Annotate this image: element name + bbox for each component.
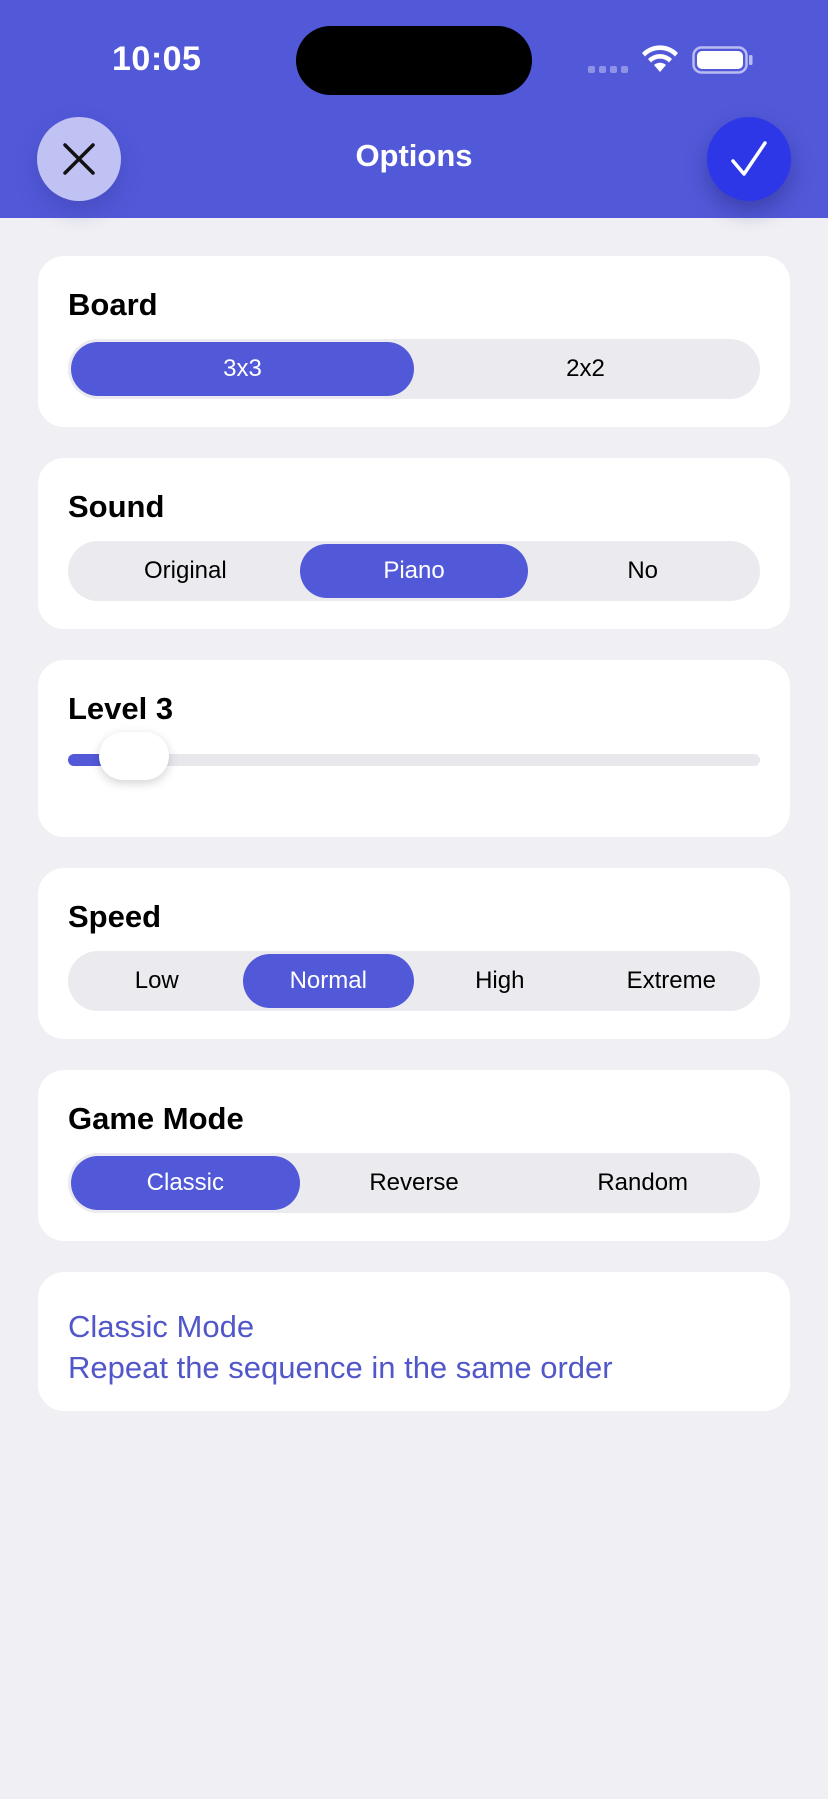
- board-option-3x3[interactable]: 3x3: [71, 342, 414, 396]
- mode-description-text: Repeat the sequence in the same order: [68, 1350, 613, 1385]
- sound-option-original[interactable]: Original: [71, 544, 300, 598]
- sound-card: Sound Original Piano No: [38, 458, 790, 629]
- level-slider[interactable]: [68, 732, 760, 780]
- game-mode-segmented-control: Classic Reverse Random: [68, 1153, 760, 1213]
- sound-option-no[interactable]: No: [528, 544, 757, 598]
- header-bar: 10:05 Options: [0, 0, 828, 218]
- level-slider-thumb[interactable]: [99, 732, 169, 780]
- game-mode-option-random[interactable]: Random: [528, 1156, 757, 1210]
- mode-description: Classic Mode Repeat the sequence in the …: [68, 1306, 613, 1388]
- speed-option-extreme[interactable]: Extreme: [586, 954, 758, 1008]
- board-label: Board: [68, 287, 158, 322]
- mode-description-title: Classic Mode: [68, 1309, 255, 1344]
- page-title: Options: [355, 138, 473, 173]
- wifi-icon: [642, 45, 678, 72]
- board-segmented-control: 3x3 2x2: [68, 339, 760, 399]
- sound-label: Sound: [68, 489, 165, 524]
- sound-option-piano[interactable]: Piano: [299, 544, 529, 598]
- speed-option-low[interactable]: Low: [71, 954, 243, 1008]
- speed-option-high[interactable]: High: [414, 954, 586, 1008]
- status-time: 10:05: [112, 40, 202, 78]
- level-card: Level 3: [38, 660, 790, 837]
- sound-segmented-control: Original Piano No: [68, 541, 760, 601]
- speed-card: Speed Low Normal High Extreme: [38, 868, 790, 1039]
- speed-segmented-control: Low Normal High Extreme: [68, 951, 760, 1011]
- battery-icon: [692, 46, 753, 74]
- level-label: Level 3: [68, 691, 174, 726]
- game-mode-card: Game Mode Classic Reverse Random: [38, 1070, 790, 1241]
- game-mode-option-classic[interactable]: Classic: [71, 1156, 300, 1210]
- mode-description-card: Classic Mode Repeat the sequence in the …: [38, 1272, 790, 1411]
- speed-option-normal[interactable]: Normal: [242, 954, 414, 1008]
- confirm-button[interactable]: [707, 117, 791, 201]
- cellular-signal-icon: [588, 66, 630, 74]
- board-option-2x2[interactable]: 2x2: [414, 342, 757, 396]
- board-card: Board 3x3 2x2: [38, 256, 790, 427]
- speed-label: Speed: [68, 899, 162, 934]
- game-mode-option-reverse[interactable]: Reverse: [300, 1156, 529, 1210]
- dynamic-island: [296, 26, 532, 95]
- checkmark-icon: [731, 141, 767, 176]
- game-mode-label: Game Mode: [68, 1101, 244, 1136]
